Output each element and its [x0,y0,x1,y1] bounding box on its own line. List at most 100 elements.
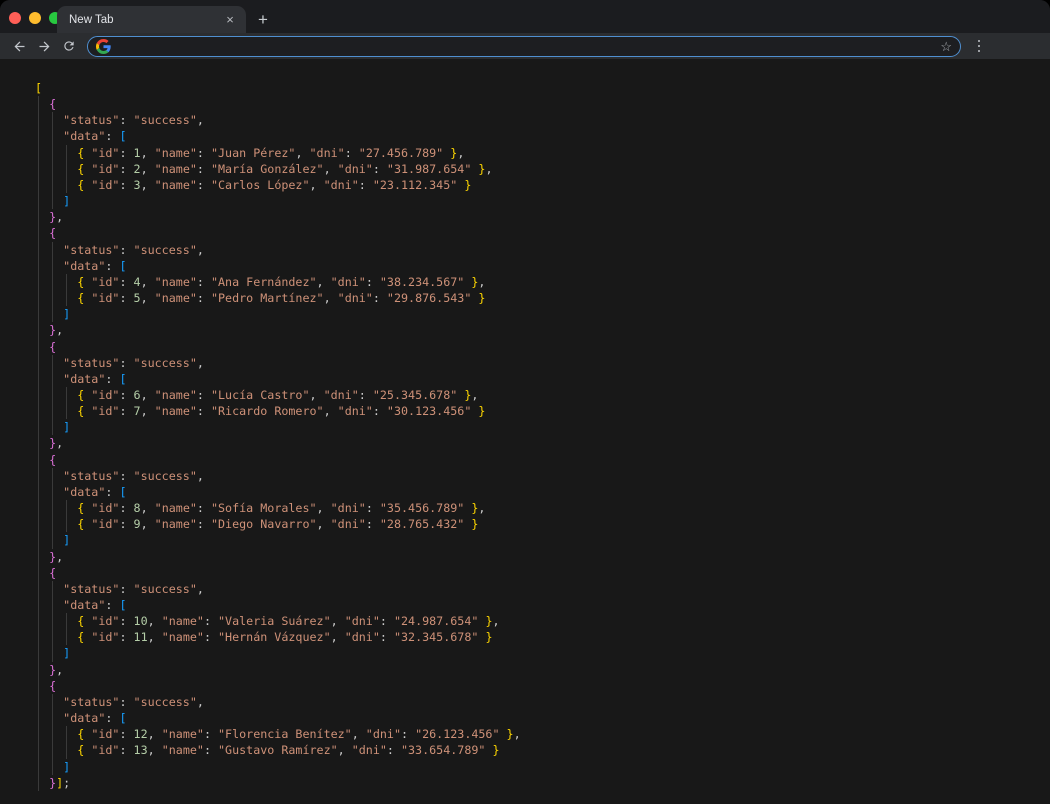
indent-guide [38,661,39,678]
indent-guide [66,516,68,533]
code-line: { "id": 4, "name": "Ana Fernández", "dni… [35,273,1050,291]
code-line: { "id": 10, "name": "Valeria Suárez", "d… [35,613,1050,630]
indent-guide [38,710,39,727]
indent-guide [38,96,39,113]
code-line: [ [35,81,43,95]
indent-guide [38,112,39,129]
plus-icon: + [258,10,268,29]
indent-guide [52,693,54,711]
reload-button[interactable] [58,35,80,57]
indent-guide [52,241,54,258]
indent-guide [38,726,39,743]
indent-guide [52,257,54,274]
indent-guide [52,613,54,630]
tab-title: New Tab [69,13,114,26]
browser-menu-button[interactable] [969,34,989,58]
code-line: "data": [ [35,710,1050,727]
code-line: { [35,451,1050,468]
indent-guide [52,386,54,404]
indent-guide [52,290,54,307]
code-line: "data": [ [35,597,1050,614]
indent-guide [52,160,54,177]
indent-guide [52,128,54,145]
indent-guide [38,580,39,597]
indent-guide [66,742,68,759]
code-line: ] [35,193,1050,210]
code-line: { "id": 6, "name": "Lucía Castro", "dni"… [35,386,1050,404]
indent-guide [38,564,39,581]
indent-guide [66,726,68,743]
code-line: { [35,96,1050,113]
window-minimize-button[interactable] [29,12,41,24]
indent-guide [38,386,39,404]
star-icon: ☆ [940,38,952,54]
tab-close-button[interactable]: × [222,12,238,28]
indent-guide [52,597,54,614]
indent-guide [52,144,54,161]
indent-guide [38,419,39,436]
indent-guide [52,273,54,291]
code-line: { [35,338,1050,355]
indent-guide [52,500,54,517]
window-close-button[interactable] [9,12,21,24]
tab-strip: New Tab × + [0,0,1050,33]
indent-guide [38,354,39,371]
code-line: { [35,225,1050,242]
code-line: "status": "success", [35,112,1050,129]
indent-guide [38,209,39,226]
forward-button[interactable] [33,35,55,57]
back-button[interactable] [8,35,30,57]
code-line: "status": "success", [35,354,1050,371]
code-line: "data": [ [35,128,1050,145]
tab-new-tab[interactable]: New Tab × [57,6,246,33]
indent-guide [52,112,54,129]
code-line: { "id": 9, "name": "Diego Navarro", "dni… [35,516,1050,533]
bookmark-star-button[interactable]: ☆ [940,40,952,53]
code-line: { "id": 8, "name": "Sofía Morales", "dni… [35,500,1050,517]
code-line: "data": [ [35,483,1050,501]
code-line: { "id": 2, "name": "María González", "dn… [35,160,1050,177]
indent-guide [38,597,39,614]
indent-guide [66,613,68,630]
indent-guide [38,645,39,662]
new-tab-button[interactable]: + [252,9,274,31]
indent-guide [38,451,39,468]
indent-guide [38,193,39,210]
arrow-right-icon [39,41,49,51]
browser-window: New Tab × + ☆ [{"status": "success", "… [0,0,1050,804]
code-line: "status": "success", [35,693,1050,711]
indent-guide [38,273,39,291]
indent-guide [38,774,39,791]
indent-guide [38,370,39,387]
indent-guide [66,290,68,307]
indent-guide [66,273,68,291]
address-input[interactable] [119,38,941,54]
close-icon: × [226,11,234,27]
indent-guide [38,257,39,274]
code-line: "status": "success", [35,241,1050,258]
indent-guide [66,160,68,177]
indent-guide [52,419,54,436]
indent-guide [38,338,39,355]
code-line: ] [35,419,1050,436]
code-line: { "id": 7, "name": "Ricardo Romero", "dn… [35,403,1050,420]
code-line: { "id": 11, "name": "Hernán Vázquez", "d… [35,629,1050,646]
address-bar[interactable]: ☆ [87,35,961,57]
indent-guide [52,629,54,646]
indent-guide [52,176,54,194]
indent-guide [66,144,68,161]
indent-guide [38,532,39,549]
indent-guide [38,758,39,775]
arrow-left-icon [14,41,24,51]
indent-guide [52,726,54,743]
code-line: { [35,564,1050,581]
indent-guide [52,483,54,501]
indent-guide [38,144,39,161]
indent-guide [52,742,54,759]
indent-guide [66,500,68,517]
indent-guide [38,128,39,145]
indent-guide [52,516,54,533]
indent-guide [52,193,54,210]
code-line: ] [35,532,1050,549]
json-code: [ { "status": "success", "data": [ { "id… [0,59,1050,791]
